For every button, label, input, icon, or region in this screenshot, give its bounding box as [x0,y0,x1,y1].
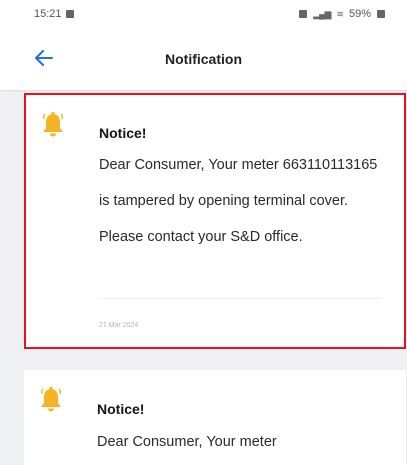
card-divider [99,298,382,299]
notification-title: Notice! [99,125,147,141]
status-bar-left: 15:21 [34,8,74,20]
status-time: 15:21 [34,8,62,20]
bell-icon [42,111,64,137]
page-title: Notification [165,51,242,67]
battery-icon [377,10,385,18]
notification-message: Dear Consumer, Your meter [97,434,277,450]
notification-title: Notice! [97,401,145,417]
notification-card[interactable]: Notice! Dear Consumer, Your meter 663110… [24,93,406,349]
notification-date: 21 Mar 2024 [99,322,139,329]
notification-message: Dear Consumer, Your meter 663110113165 i… [99,157,378,245]
wifi-icon: ≋ [336,8,343,19]
gallery-notification-icon [65,10,74,18]
battery-level: 59% [348,8,371,20]
status-bar: 15:21 ▂▄▆ ≋ 59% [0,0,407,28]
signal-icon: ▂▄▆ [313,8,331,19]
status-bar-right: ▂▄▆ ≋ 59% [299,8,385,20]
bell-icon [40,386,62,412]
alarm-icon [299,10,308,18]
notification-card[interactable]: Notice! Dear Consumer, Your meter [24,370,406,465]
app-bar: Notification [0,28,407,90]
